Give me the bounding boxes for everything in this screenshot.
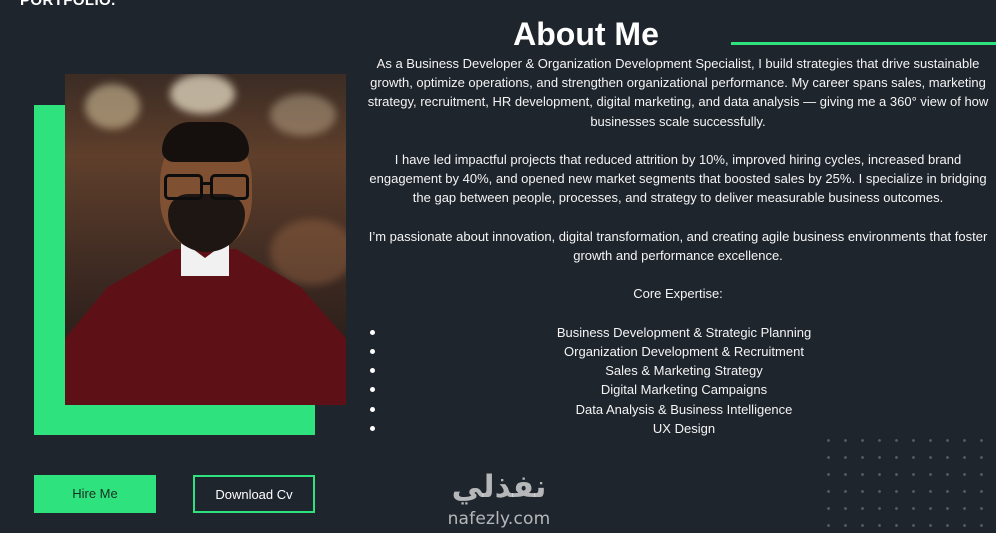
background-light-center [170,74,235,114]
left-glasses-lens [164,174,203,200]
bullet-dot-icon [370,348,375,354]
expertise-item-label: Organization Development & Recruitment [564,343,804,359]
expertise-item-label: Digital Marketing Campaigns [600,382,768,398]
bullet-dot-icon [370,425,375,431]
glasses-bridge [200,182,210,185]
profile-photo [65,74,346,405]
brand-logo[interactable]: PORTFOLIO. [20,0,116,9]
background-light-left [85,84,140,129]
bullet-dot-icon [370,329,375,335]
download-cv-button[interactable]: Download Cv [193,475,315,513]
expertise-list-item: Data Analysis & Business Intelligence [360,400,996,419]
about-content: As a Business Developer & Organization D… [360,54,996,438]
page-title: About Me [513,16,659,53]
expertise-list-item: Business Development & Strategic Plannin… [360,323,996,342]
right-glasses-lens [210,174,249,200]
decorative-dot-grid [820,432,996,533]
background-light-right [270,94,336,136]
expertise-item-label: Business Development & Strategic Plannin… [556,324,812,340]
about-page: PORTFOLIO. About Me As a Business Develo… [0,0,996,533]
expertise-list-item: Organization Development & Recruitment [360,342,996,361]
watermark-arabic-text: نفذلي [451,469,547,505]
expertise-list-item: Digital Marketing Campaigns [360,380,996,399]
bullet-dot-icon [370,406,375,412]
person-beard [168,194,245,252]
title-underline [731,42,996,45]
nafezly-watermark: نفذلي nafezly.com [437,470,561,532]
person-hair [162,122,249,162]
watermark-domain-text: nafezly.com [447,509,551,529]
background-table-right [270,219,346,285]
core-expertise-list: Business Development & Strategic Plannin… [360,323,996,438]
hire-me-button[interactable]: Hire Me [34,475,156,513]
expertise-list-item: Sales & Marketing Strategy [360,361,996,380]
expertise-item-label: Data Analysis & Business Intelligence [575,401,793,417]
core-expertise-heading: Core Expertise: [633,286,723,302]
expertise-item-label: Sales & Marketing Strategy [605,363,763,379]
about-paragraph: I’m passionate about innovation, digital… [368,228,988,263]
about-paragraph: I have led impactful projects that reduc… [369,152,987,206]
about-paragraph: As a Business Developer & Organization D… [367,56,989,129]
